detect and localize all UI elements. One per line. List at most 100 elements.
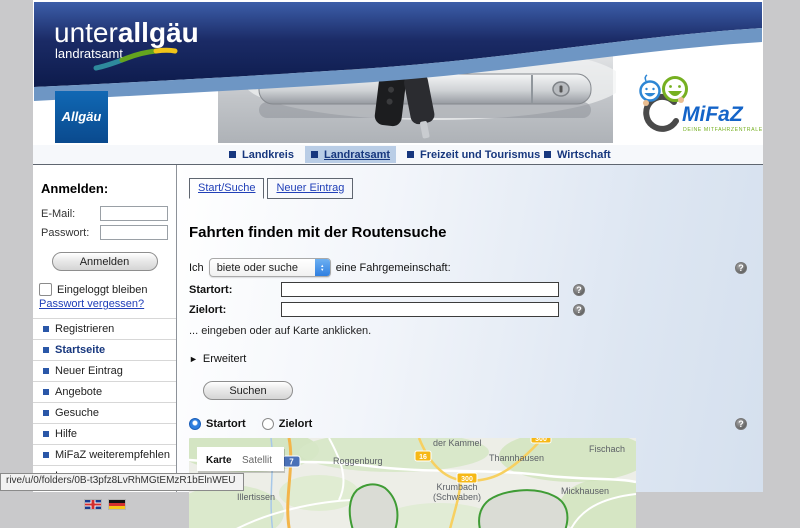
email-field[interactable]: [100, 206, 168, 221]
mifaz-blue-face-icon: [641, 82, 660, 101]
help-icon[interactable]: ?: [573, 284, 585, 296]
svg-text:7: 7: [289, 458, 294, 467]
main-panel: Start/Suche Neuer Eintrag Fahrten finden…: [177, 165, 763, 492]
search-button[interactable]: Suchen: [203, 381, 293, 400]
nav-item-freizeit-und-tourismus[interactable]: Freizeit und Tourismus: [401, 146, 546, 163]
allgaeu-badge: Allgäu: [55, 91, 108, 143]
sidebar-item-label: Hilfe: [55, 428, 77, 440]
sidebar-item-label: MiFaZ weiterempfehlen: [55, 449, 170, 461]
start-input[interactable]: [281, 282, 559, 297]
forgot-password-link[interactable]: Passwort vergessen?: [39, 298, 144, 310]
nav-label: Wirtschaft: [557, 149, 611, 161]
map-label-krumbach-schwaben: (Schwaben): [433, 492, 481, 502]
nav-label: Landkreis: [242, 149, 294, 161]
logo-subtitle: landratsamt: [55, 46, 123, 61]
logo-part2: allgäu: [118, 17, 199, 48]
startort-radio-label: Startort: [206, 418, 246, 430]
map-label-thannhausen: Thannhausen: [489, 453, 544, 463]
map-label-fischach: Fischach: [589, 444, 625, 454]
map-label-kammel: der Kammel: [433, 438, 482, 448]
help-icon[interactable]: ?: [573, 304, 585, 316]
bullet-icon: [43, 347, 49, 353]
logo-swoosh-yellow: [156, 50, 175, 51]
mifaz-tagline: DEINE MITFAHRZENTRALE: [683, 127, 762, 133]
destination-label: Zielort:: [189, 304, 281, 316]
svg-text:300: 300: [535, 438, 547, 443]
map-type-control: Karte Satellit: [197, 447, 285, 473]
route-badge-16: 16: [415, 451, 431, 461]
start-field-row: Startort: ?: [189, 282, 763, 297]
nav-label: Landratsamt: [324, 149, 390, 161]
nav-label: Freizeit und Tourismus: [420, 149, 540, 161]
map-canvas: 7 16 300 300 d: [189, 438, 636, 528]
map-label-mickhausen: Mickhausen: [561, 486, 609, 496]
sidebar-item-hilfe[interactable]: Hilfe: [33, 424, 176, 445]
bullet-icon: [43, 452, 49, 458]
map-button-satellit[interactable]: Satellit: [242, 455, 272, 466]
mifaz-green-face-icon: [664, 78, 687, 101]
destination-input[interactable]: [281, 302, 559, 317]
sidebar-item-angebote[interactable]: Angebote: [33, 382, 176, 403]
status-url-text: rive/u/0/folders/0B-t3pfz8LvRhMGtEMzR1bE…: [6, 475, 236, 486]
password-field[interactable]: [100, 225, 168, 240]
nav-bullet-icon: [407, 151, 414, 158]
sidebar: Anmelden: E-Mail: Passwort: Anmelden Ein…: [33, 165, 177, 492]
map[interactable]: 7 16 300 300 d: [189, 438, 636, 528]
sidebar-item-neuer-eintrag[interactable]: Neuer Eintrag: [33, 361, 176, 382]
nav-item-wirtschaft[interactable]: Wirtschaft: [538, 146, 617, 163]
sidebar-item-gesuche[interactable]: Gesuche: [33, 403, 176, 424]
offer-or-search-select[interactable]: biete oder suche ▲▼: [209, 258, 331, 277]
remember-label: Eingeloggt bleiben: [57, 284, 148, 296]
map-label-krumbach: Krumbach: [436, 482, 477, 492]
email-label: E-Mail:: [41, 208, 75, 220]
language-english-flag-icon[interactable]: [84, 499, 102, 510]
advanced-toggle[interactable]: ► Erweitert: [189, 353, 763, 365]
select-value: biete oder suche: [217, 262, 313, 274]
startort-radio[interactable]: [189, 418, 201, 430]
sidebar-item-label: Registrieren: [55, 323, 114, 335]
map-label-roggenburg: Roggenburg: [333, 456, 383, 466]
sidebar-item-registrieren[interactable]: Registrieren: [33, 319, 176, 340]
nav-bullet-icon: [311, 151, 318, 158]
language-german-flag-icon[interactable]: [108, 499, 126, 510]
help-icon[interactable]: ?: [735, 418, 747, 430]
advanced-label: Erweitert: [203, 353, 246, 365]
motorway-badge-7: 7: [283, 456, 300, 467]
destination-field-row: Zielort: ?: [189, 302, 763, 317]
svg-text:16: 16: [419, 454, 427, 461]
content-area: Anmelden: E-Mail: Passwort: Anmelden Ein…: [33, 165, 763, 492]
select-prefix: Ich: [189, 262, 204, 274]
triangle-right-icon: ►: [189, 354, 198, 364]
sidebar-item-mifaz-weiterempfehlen[interactable]: MiFaZ weiterempfehlen: [33, 445, 176, 466]
map-mode-radio-row: Startort Zielort ?: [189, 418, 763, 430]
login-button[interactable]: Anmelden: [52, 252, 158, 271]
header-banner: unterallgäu landratsamt Allgäu: [34, 2, 762, 143]
logo-part1: unter: [54, 17, 118, 48]
main-navigation: Landkreis Landratsamt Freizeit und Touri…: [33, 145, 763, 165]
mifaz-name: MiFaZ: [682, 103, 744, 126]
nav-item-landratsamt[interactable]: Landratsamt: [305, 146, 396, 163]
remember-checkbox[interactable]: [39, 283, 52, 296]
svg-text:unterallgäu: unterallgäu: [54, 17, 199, 48]
sidebar-item-startseite[interactable]: Startseite: [33, 340, 176, 361]
tab-bar: Start/Suche Neuer Eintrag: [189, 178, 763, 199]
tab-neuer-eintrag[interactable]: Neuer Eintrag: [267, 178, 353, 199]
bullet-icon: [43, 368, 49, 374]
bullet-icon: [43, 410, 49, 416]
tab-start-suche[interactable]: Start/Suche: [189, 178, 264, 199]
start-label: Startort:: [189, 284, 281, 296]
zielort-radio[interactable]: [262, 418, 274, 430]
map-button-karte[interactable]: Karte: [206, 455, 232, 466]
nav-item-landkreis[interactable]: Landkreis: [223, 146, 300, 163]
sidebar-item-label: Angebote: [55, 386, 102, 398]
allgaeu-badge-label: Allgäu: [61, 109, 102, 124]
bullet-icon: [43, 431, 49, 437]
sidebar-item-label: Startseite: [55, 344, 105, 356]
sidebar-item-label: Gesuche: [55, 407, 99, 419]
help-icon[interactable]: ?: [735, 262, 747, 274]
mifaz-logo: MiFaZ DEINE MITFAHRZENTRALE: [616, 68, 762, 143]
screen: { "icons": { "help": "?", "advanced_arro…: [0, 0, 800, 492]
bullet-icon: [43, 326, 49, 332]
page-title: Fahrten finden mit der Routensuche: [189, 224, 763, 241]
sidebar-menu: Registrieren Startseite Neuer Eintrag An…: [33, 318, 176, 487]
